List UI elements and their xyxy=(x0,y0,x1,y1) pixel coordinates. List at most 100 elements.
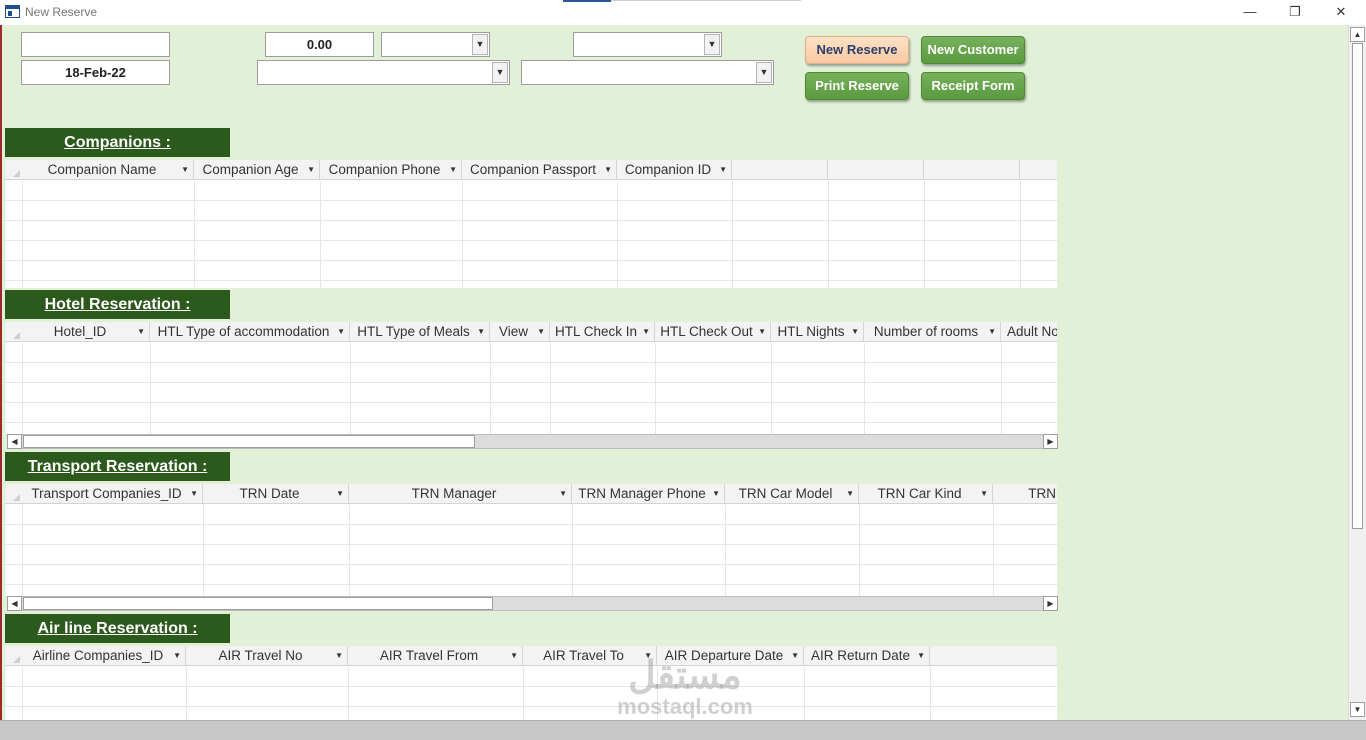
close-button[interactable]: ✕ xyxy=(1318,0,1364,25)
column-header[interactable]: Adult No xyxy=(1001,322,1057,342)
chevron-down-icon[interactable]: ▼ xyxy=(449,160,457,180)
column-header[interactable]: Companion Phone ▼ xyxy=(320,160,462,180)
column-header[interactable]: TRN Manager ▼ xyxy=(349,484,572,504)
column-header[interactable]: Transport Companies_ID ▼ xyxy=(23,484,203,504)
table-row[interactable] xyxy=(5,545,1057,565)
column-header[interactable]: Companion Age ▼ xyxy=(194,160,320,180)
amount-field[interactable]: 0.00 xyxy=(265,32,374,57)
scroll-left-icon[interactable]: ◀ xyxy=(7,434,22,449)
companions-grid[interactable]: Companion Name ▼ Companion Age ▼ Companion… xyxy=(5,160,1057,288)
scroll-down-icon[interactable]: ▼ xyxy=(1350,702,1365,717)
column-header[interactable]: TRN xyxy=(993,484,1057,504)
minimize-button[interactable]: — xyxy=(1227,0,1273,25)
column-header[interactable]: Number of rooms ▼ xyxy=(864,322,1001,342)
new-reserve-button[interactable]: New Reserve xyxy=(805,36,909,64)
column-header[interactable]: TRN Date ▼ xyxy=(203,484,349,504)
table-row[interactable] xyxy=(5,201,1057,221)
chevron-down-icon[interactable]: ▼ xyxy=(756,62,772,83)
chevron-down-icon[interactable]: ▼ xyxy=(477,322,485,342)
customer-field[interactable] xyxy=(21,32,170,57)
chevron-down-icon[interactable]: ▼ xyxy=(537,322,545,342)
chevron-down-icon[interactable]: ▼ xyxy=(988,322,996,342)
restore-button[interactable]: ❐ xyxy=(1272,0,1318,25)
scroll-up-icon[interactable]: ▲ xyxy=(1350,27,1365,42)
hotel-horizontal-scrollbar[interactable]: ◀ ▶ xyxy=(7,434,1058,449)
chevron-down-icon[interactable]: ▼ xyxy=(510,646,518,666)
table-row[interactable] xyxy=(5,221,1057,241)
chevron-down-icon[interactable]: ▼ xyxy=(337,322,345,342)
column-header[interactable]: HTL Check In ▼ xyxy=(550,322,655,342)
scroll-thumb[interactable] xyxy=(1352,43,1363,529)
chevron-down-icon[interactable]: ▼ xyxy=(758,322,766,342)
chevron-down-icon[interactable]: ▼ xyxy=(851,322,859,342)
column-header[interactable]: Airline Companies_ID ▼ xyxy=(23,646,186,666)
chevron-down-icon[interactable]: ▼ xyxy=(492,62,508,83)
hotel-grid[interactable]: Hotel_ID ▼ HTL Type of accommodation ▼ HTL… xyxy=(5,322,1057,434)
column-header[interactable]: AIR Travel From ▼ xyxy=(348,646,523,666)
airline-grid[interactable]: Airline Companies_ID ▼ AIR Travel No ▼ AIR… xyxy=(5,646,1057,720)
wide-right-combo[interactable]: ▼ xyxy=(521,60,774,85)
column-header[interactable]: AIR Travel No ▼ xyxy=(186,646,348,666)
chevron-down-icon[interactable]: ▼ xyxy=(173,646,181,666)
table-row[interactable] xyxy=(5,687,1057,707)
chevron-down-icon[interactable]: ▼ xyxy=(719,160,727,180)
chevron-down-icon[interactable]: ▼ xyxy=(980,484,988,504)
chevron-down-icon[interactable]: ▼ xyxy=(791,646,799,666)
column-header[interactable]: Hotel_ID ▼ xyxy=(23,322,150,342)
scroll-right-icon[interactable]: ▶ xyxy=(1043,596,1058,611)
table-row[interactable] xyxy=(5,343,1057,363)
chevron-down-icon[interactable]: ▼ xyxy=(704,34,720,55)
scroll-thumb[interactable] xyxy=(23,597,493,610)
table-row[interactable] xyxy=(5,525,1057,545)
table-row[interactable] xyxy=(5,181,1057,201)
chevron-down-icon[interactable]: ▼ xyxy=(307,160,315,180)
chevron-down-icon[interactable]: ▼ xyxy=(917,646,925,666)
reserve-date-field[interactable]: 18-Feb-22 xyxy=(21,60,170,85)
column-header[interactable]: HTL Type of Meals ▼ xyxy=(350,322,490,342)
chevron-down-icon[interactable]: ▼ xyxy=(137,322,145,342)
column-header[interactable]: AIR Return Date ▼ xyxy=(804,646,930,666)
table-row[interactable] xyxy=(5,565,1057,585)
wide-left-combo[interactable]: ▼ xyxy=(257,60,510,85)
chevron-down-icon[interactable]: ▼ xyxy=(604,160,612,180)
chevron-down-icon[interactable]: ▼ xyxy=(190,484,198,504)
table-row[interactable] xyxy=(5,241,1057,261)
column-header[interactable]: Companion Passport ▼ xyxy=(462,160,617,180)
chevron-down-icon[interactable]: ▼ xyxy=(642,322,650,342)
chevron-down-icon[interactable]: ▼ xyxy=(335,646,343,666)
table-row[interactable] xyxy=(5,505,1057,525)
chevron-down-icon[interactable]: ▼ xyxy=(712,484,720,504)
table-row[interactable] xyxy=(5,363,1057,383)
print-reserve-button[interactable]: Print Reserve xyxy=(805,72,909,100)
column-header[interactable]: TRN Car Model ▼ xyxy=(725,484,859,504)
transport-grid[interactable]: Transport Companies_ID ▼ TRN Date ▼ TRN Ma… xyxy=(5,484,1057,596)
receipt-form-button[interactable]: Receipt Form xyxy=(921,72,1025,100)
small-combo[interactable]: ▼ xyxy=(381,32,490,57)
column-header[interactable]: HTL Nights ▼ xyxy=(771,322,864,342)
scroll-left-icon[interactable]: ◀ xyxy=(7,596,22,611)
transport-horizontal-scrollbar[interactable]: ◀ ▶ xyxy=(7,596,1058,611)
chevron-down-icon[interactable]: ▼ xyxy=(472,34,488,55)
table-row[interactable] xyxy=(5,667,1057,687)
select-all-icon[interactable] xyxy=(5,646,23,666)
column-header[interactable]: Companion Name ▼ xyxy=(23,160,194,180)
table-row[interactable] xyxy=(5,261,1057,281)
column-header[interactable]: HTL Check Out ▼ xyxy=(655,322,771,342)
column-header[interactable]: TRN Car Kind ▼ xyxy=(859,484,993,504)
chevron-down-icon[interactable]: ▼ xyxy=(336,484,344,504)
new-customer-button[interactable]: New Customer xyxy=(921,36,1025,64)
select-all-icon[interactable] xyxy=(5,484,23,504)
table-row[interactable] xyxy=(5,383,1057,403)
table-row[interactable] xyxy=(5,403,1057,423)
scroll-thumb[interactable] xyxy=(23,435,475,448)
vertical-scrollbar[interactable]: ▲ ▼ xyxy=(1348,25,1366,720)
column-header[interactable]: Companion ID ▼ xyxy=(617,160,732,180)
select-all-icon[interactable] xyxy=(5,160,23,180)
column-header[interactable]: HTL Type of accommodation ▼ xyxy=(150,322,350,342)
top-right-combo[interactable]: ▼ xyxy=(573,32,722,57)
chevron-down-icon[interactable]: ▼ xyxy=(559,484,567,504)
select-all-icon[interactable] xyxy=(5,322,23,342)
column-header[interactable]: View ▼ xyxy=(490,322,550,342)
chevron-down-icon[interactable]: ▼ xyxy=(181,160,189,180)
scroll-right-icon[interactable]: ▶ xyxy=(1043,434,1058,449)
